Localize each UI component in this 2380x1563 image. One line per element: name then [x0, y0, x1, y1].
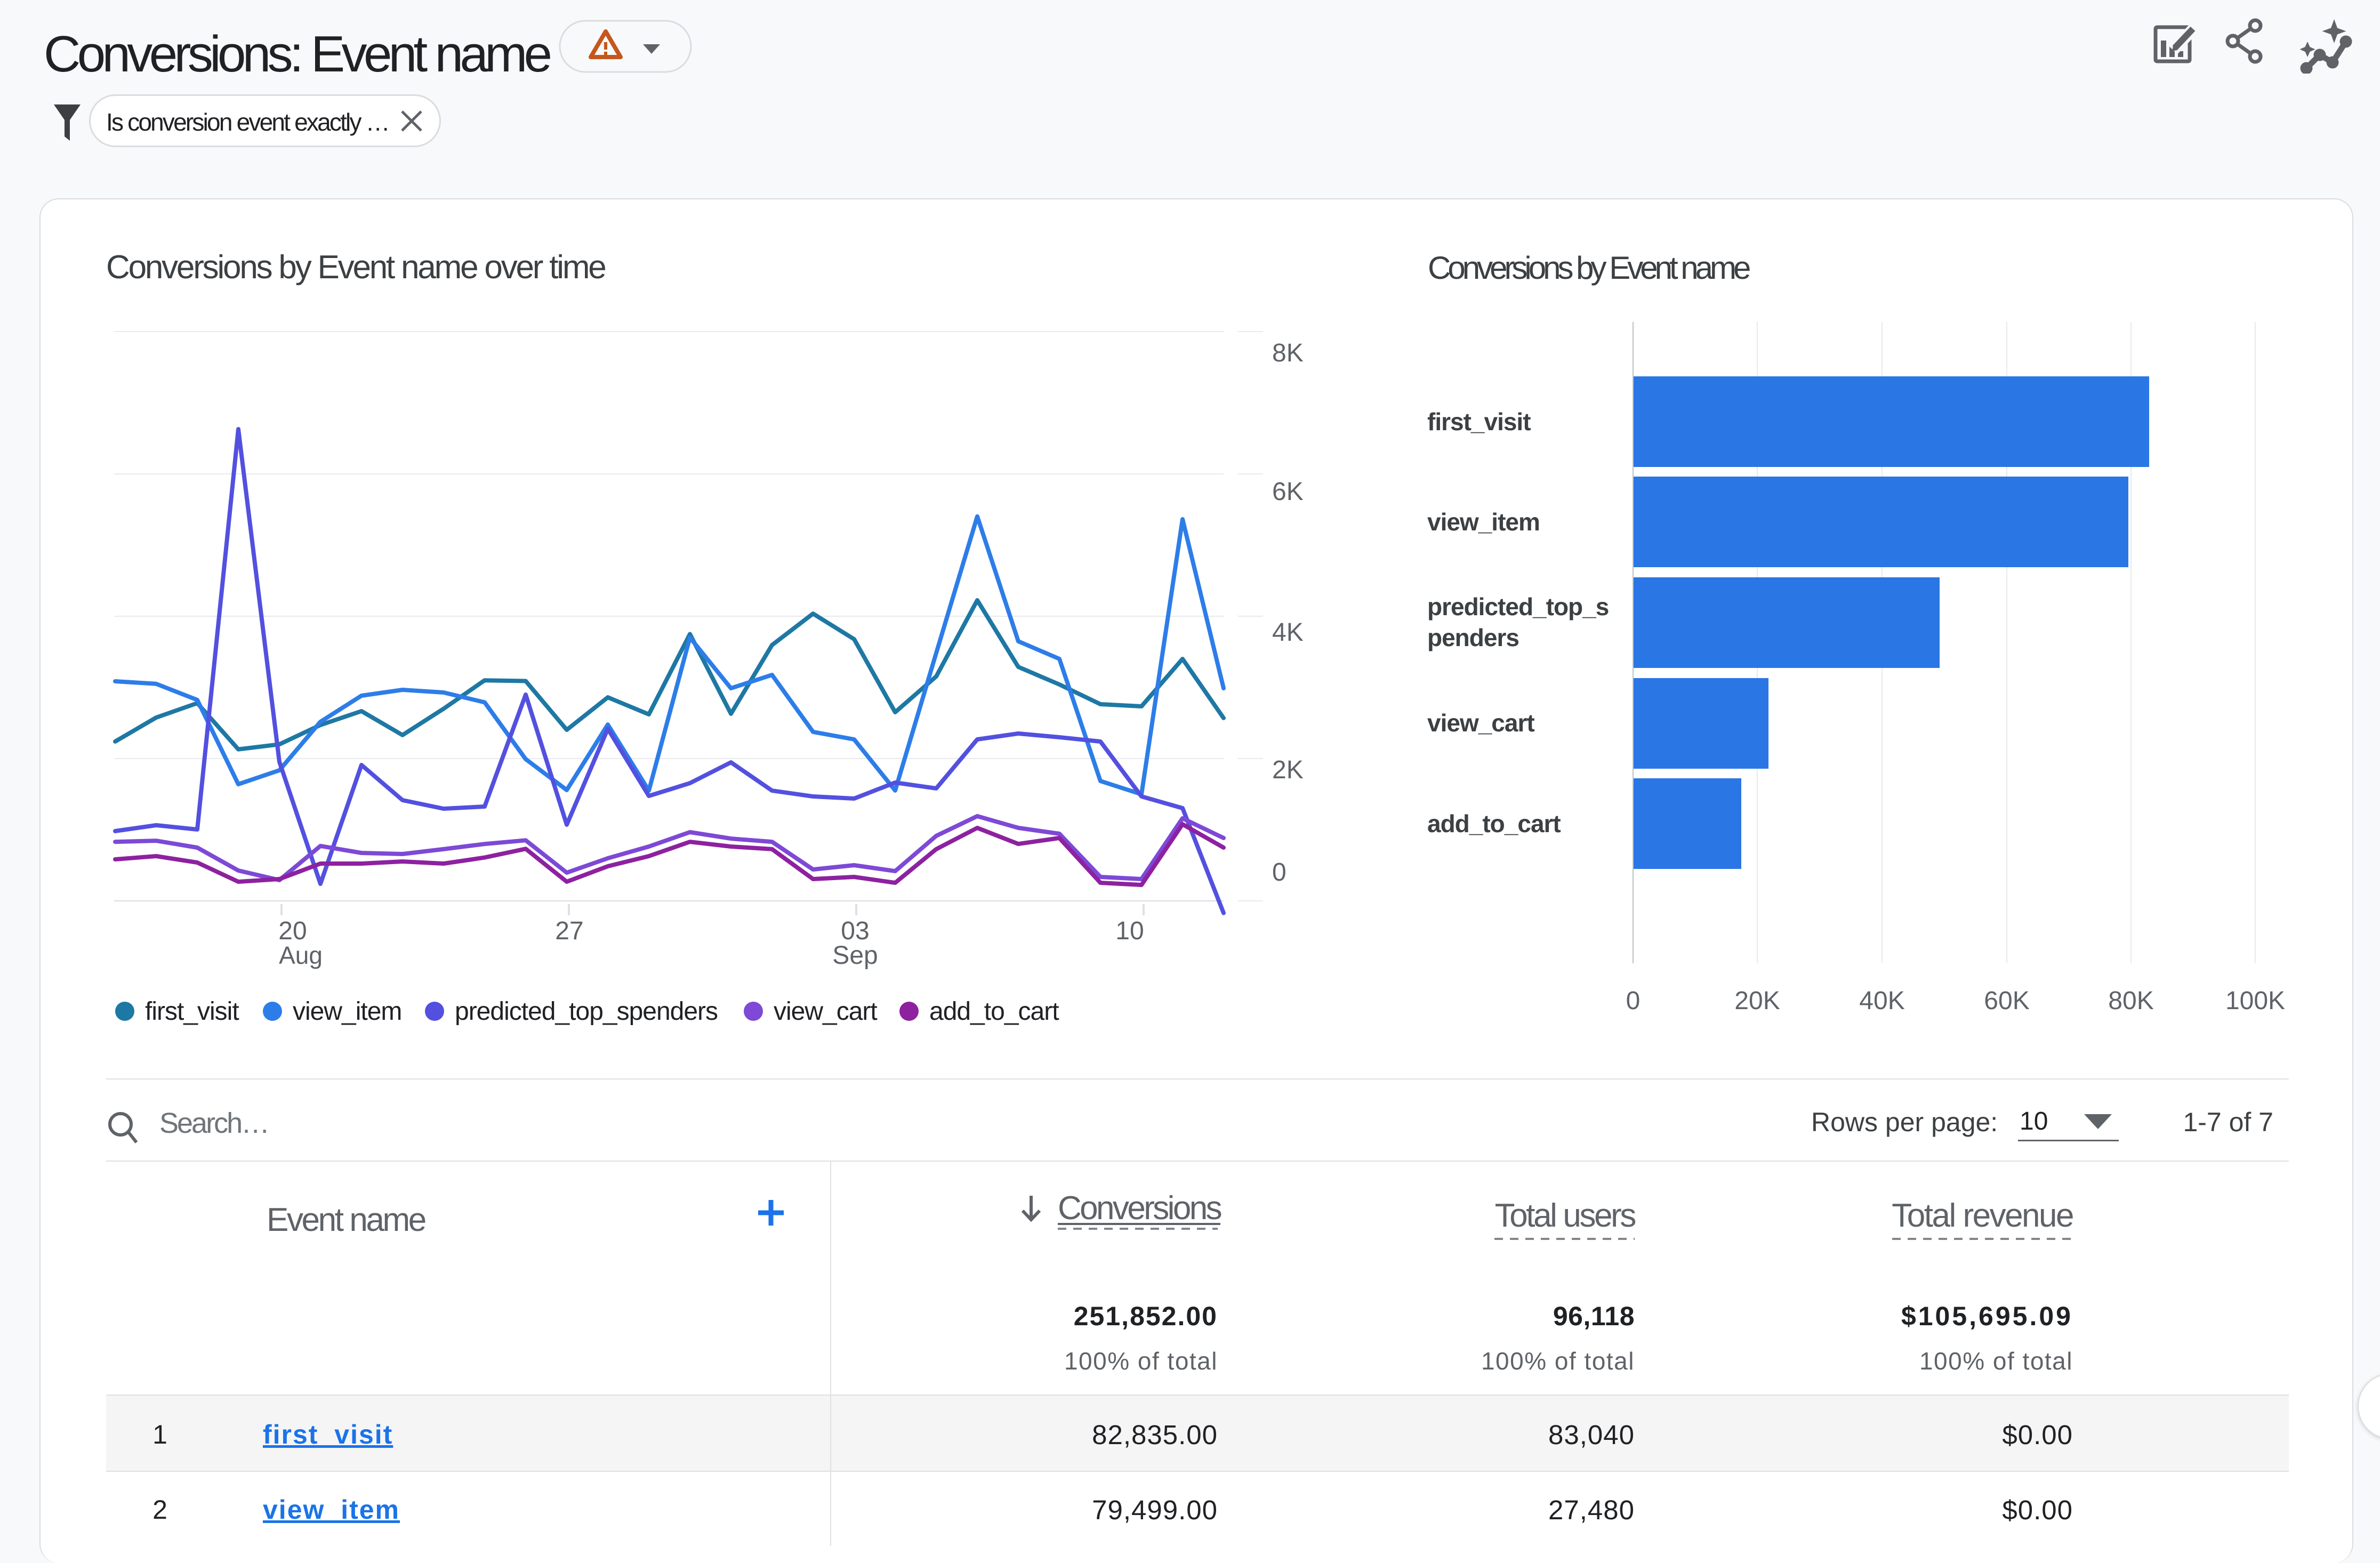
svg-text:view_item: view_item — [293, 997, 401, 1026]
svg-text:10: 10 — [1115, 917, 1144, 945]
svg-text:view_item: view_item — [1427, 508, 1540, 536]
svg-text:6K: 6K — [1272, 478, 1304, 506]
svg-text:view_cart: view_cart — [1427, 709, 1534, 737]
svg-text:4K: 4K — [1272, 618, 1304, 647]
svg-text:predicted_top_spenders: predicted_top_spenders — [455, 997, 718, 1026]
svg-text:Sep: Sep — [832, 941, 878, 970]
svg-text:view_cart: view_cart — [774, 997, 877, 1026]
svg-text:first_visit: first_visit — [145, 997, 239, 1026]
svg-text:predicted_top_s: predicted_top_s — [1427, 593, 1609, 621]
svg-text:40K: 40K — [1859, 987, 1904, 1015]
svg-text:60K: 60K — [1984, 987, 2029, 1015]
svg-text:first_visit: first_visit — [1427, 408, 1531, 436]
svg-text:80K: 80K — [2108, 987, 2153, 1015]
svg-text:add_to_cart: add_to_cart — [1427, 810, 1561, 837]
svg-text:20K: 20K — [1734, 987, 1780, 1015]
svg-text:0: 0 — [1626, 987, 1641, 1015]
svg-text:Aug: Aug — [279, 941, 323, 969]
svg-text:penders: penders — [1427, 624, 1519, 651]
svg-text:add_to_cart: add_to_cart — [929, 997, 1059, 1026]
svg-text:8K: 8K — [1272, 339, 1304, 367]
svg-text:27: 27 — [555, 917, 583, 945]
svg-text:2K: 2K — [1272, 756, 1304, 784]
svg-text:0: 0 — [1272, 858, 1287, 887]
svg-text:100K: 100K — [2225, 987, 2285, 1015]
